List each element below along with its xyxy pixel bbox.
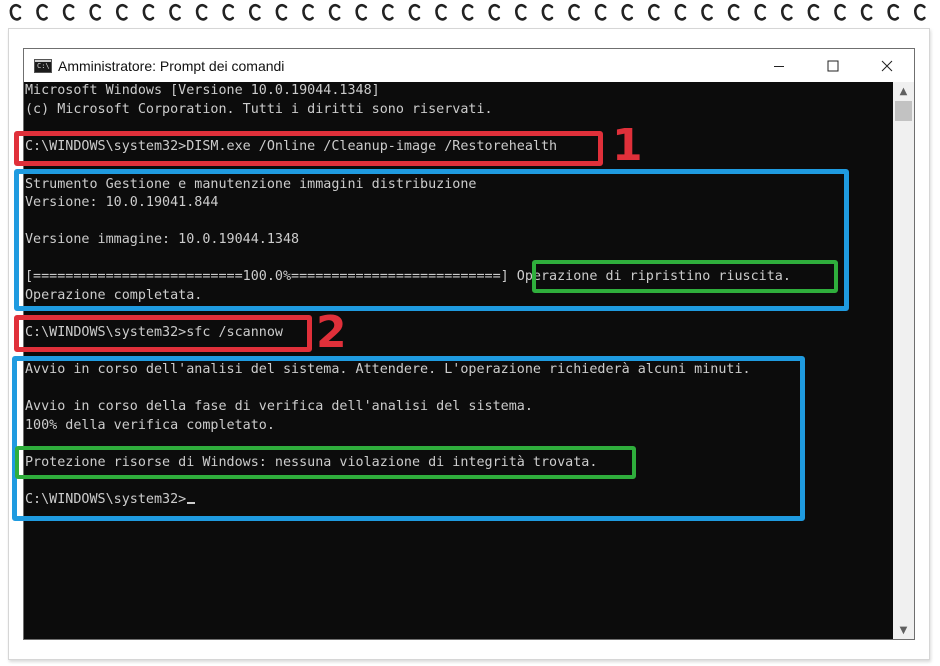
spiral-ring: [382, 3, 394, 21]
spiral-ring: [568, 3, 580, 21]
console-line: (c) Microsoft Corporation. Tutti i dirit…: [25, 102, 493, 117]
scroll-down-icon[interactable]: ▼: [893, 621, 914, 639]
output-highlight-2: [12, 356, 805, 521]
spiral-ring: [195, 3, 208, 21]
spiral-ring: [834, 3, 846, 21]
command-highlight-1: [14, 131, 603, 166]
spiral-ring: [781, 3, 793, 21]
spiral-ring: [887, 3, 900, 21]
spiral-ring: [222, 3, 235, 21]
spiral-ring: [302, 3, 314, 21]
spiral-ring: [62, 3, 75, 21]
spiral-ring: [594, 3, 607, 21]
maximize-button[interactable]: [806, 49, 860, 82]
spiral-ring: [701, 3, 713, 21]
step-number-2: 2: [316, 307, 347, 358]
spiral-ring: [36, 3, 48, 21]
step-number-1: 1: [612, 120, 643, 171]
spiral-ring: [355, 3, 368, 21]
result-highlight-1: [532, 260, 838, 293]
spiral-ring: [408, 3, 421, 21]
scroll-thumb[interactable]: [895, 101, 912, 121]
cmd-icon: C:\: [34, 58, 52, 73]
close-icon: [881, 60, 893, 71]
spiral-ring: [461, 3, 474, 21]
vertical-scrollbar[interactable]: ▲ ▼: [893, 82, 914, 639]
spiral-ring: [860, 3, 873, 21]
command-highlight-2: [14, 315, 312, 352]
scroll-up-icon[interactable]: ▲: [893, 82, 914, 100]
spiral-ring: [515, 3, 527, 21]
title-bar[interactable]: C:\ Amministratore: Prompt dei comandi: [24, 49, 914, 82]
spiral-ring: [275, 3, 288, 21]
spiral-ring: [169, 3, 181, 21]
close-button[interactable]: [860, 49, 914, 82]
result-highlight-2: [15, 446, 636, 479]
spiral-ring: [249, 3, 261, 21]
spiral-ring: [754, 3, 767, 21]
minimize-button[interactable]: [752, 49, 806, 82]
spiral-ring: [541, 3, 554, 21]
spiral-ring: [674, 3, 687, 21]
maximize-icon: [827, 60, 839, 71]
spiral-ring: [807, 3, 820, 21]
spiral-ring: [328, 3, 341, 21]
spiral-ring: [488, 3, 501, 21]
window-title: Amministratore: Prompt dei comandi: [58, 57, 285, 74]
spiral-ring: [435, 3, 447, 21]
minimize-icon: [774, 65, 784, 67]
notebook-spiral-rings: [9, 3, 926, 21]
spiral-ring: [914, 3, 926, 21]
spiral-ring: [727, 3, 740, 21]
spiral-ring: [9, 3, 22, 21]
spiral-ring: [621, 3, 634, 21]
spiral-ring: [116, 3, 128, 21]
spiral-ring: [89, 3, 102, 21]
console-line: Microsoft Windows [Versione 10.0.19044.1…: [25, 83, 380, 98]
spiral-ring: [648, 3, 660, 21]
spiral-ring: [142, 3, 155, 21]
